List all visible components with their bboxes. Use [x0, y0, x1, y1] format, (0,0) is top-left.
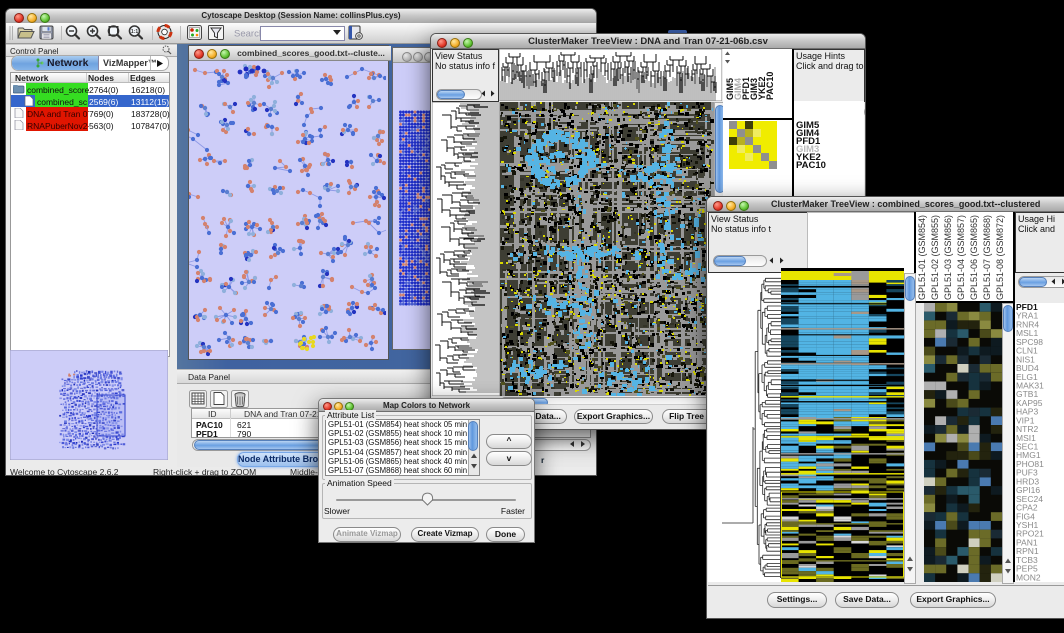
svg-text:1:1: 1:1 [131, 29, 138, 35]
svg-text:PAC10: PAC10 [765, 72, 775, 100]
